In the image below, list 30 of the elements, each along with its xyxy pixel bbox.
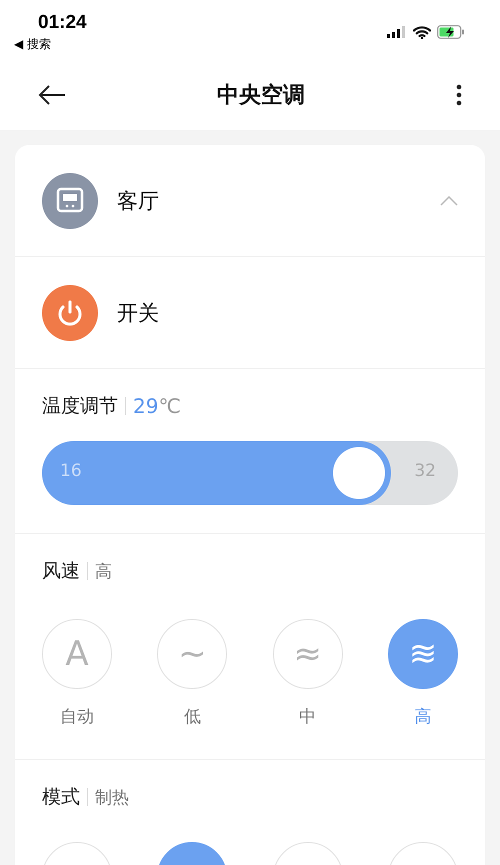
mode-label: 模式 <box>42 785 80 810</box>
power-label: 开关 <box>117 300 159 326</box>
wifi-icon <box>413 26 431 38</box>
back-arrow-icon[interactable] <box>38 85 66 105</box>
thermostat-icon <box>42 172 98 228</box>
slider-max-label: 32 <box>414 461 436 481</box>
slider-min-label: 16 <box>60 461 82 481</box>
battery-charging-icon <box>437 25 465 39</box>
room-name: 客厅 <box>117 188 159 214</box>
more-menu-icon[interactable] <box>456 84 462 106</box>
temperature-label: 温度调节 <box>42 394 118 419</box>
temperature-slider[interactable]: 16 32 <box>42 441 458 505</box>
status-time: 01:24 <box>38 12 87 34</box>
mode-value: 制热 <box>95 786 129 808</box>
fan-speed-option-label: 自动 <box>60 706 94 728</box>
fan-speed-option-label: 中 <box>299 706 316 728</box>
collapse-chevron-icon[interactable] <box>440 196 458 206</box>
fan-speed-option[interactable]: A <box>42 619 112 689</box>
signal-icon <box>387 26 407 38</box>
fan-speed-option[interactable]: ≋ <box>388 619 458 689</box>
fan-speed-option-label: 高 <box>414 706 432 728</box>
power-button-icon[interactable] <box>42 284 98 340</box>
page-title: 中央空调 <box>217 82 305 110</box>
fan-speed-value: 高 <box>95 560 112 582</box>
temperature-value: 29℃ <box>133 394 181 418</box>
fan-speed-option-label: 低 <box>184 706 201 728</box>
back-to-app-link[interactable]: ◀ 搜索 <box>14 36 87 53</box>
fan-speed-option[interactable]: ≈ <box>272 619 343 689</box>
fan-speed-option[interactable]: ~ <box>157 619 228 689</box>
fan-speed-label: 风速 <box>42 559 80 584</box>
